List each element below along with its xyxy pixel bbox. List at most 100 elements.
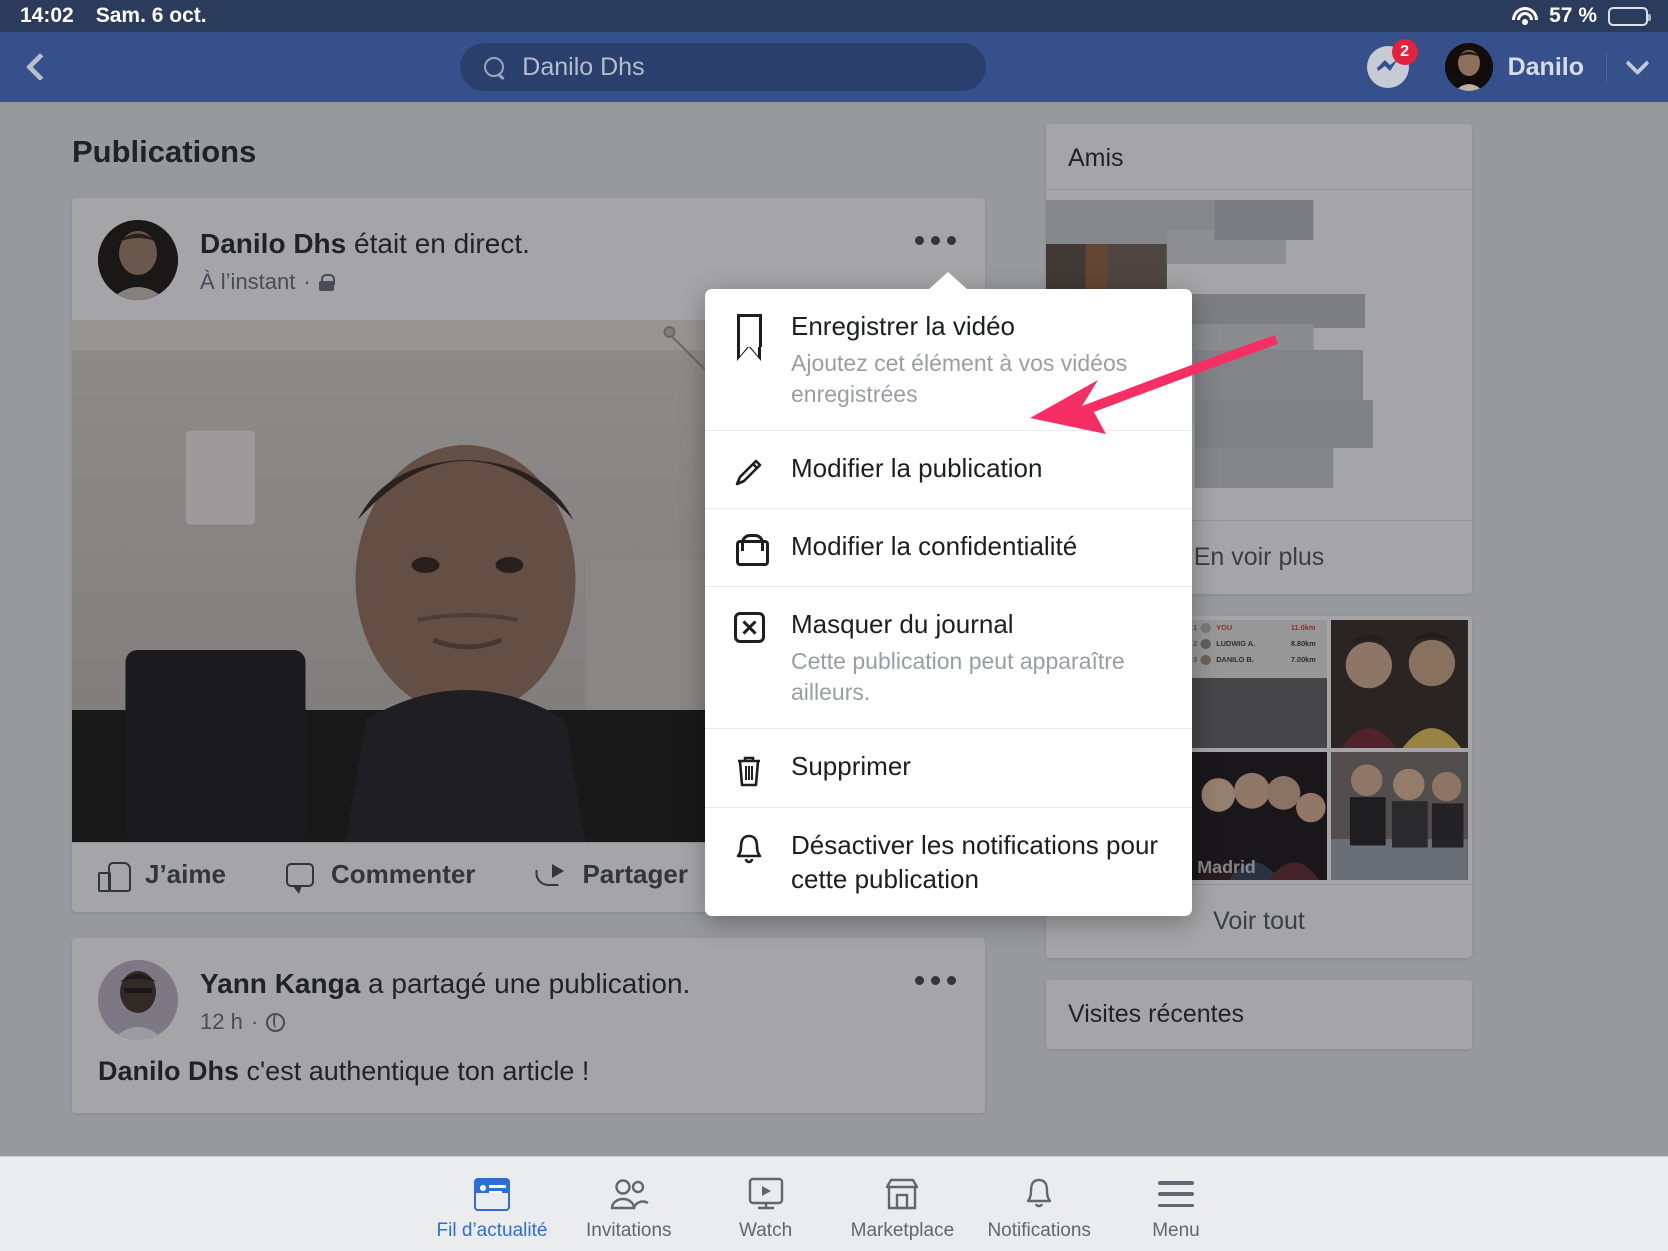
friends-icon: [609, 1175, 649, 1213]
tab-watch[interactable]: Watch: [698, 1175, 834, 1242]
globe-icon[interactable]: [266, 1013, 285, 1032]
post-author-line: Yann Kanga a partagé une publication.: [200, 966, 690, 1002]
post-header: Yann Kanga a partagé une publication. 12…: [72, 938, 985, 1040]
svg-text:DANILO B.: DANILO B.: [1216, 656, 1254, 664]
menu-item-save-video[interactable]: Enregistrer la vidéo Ajoutez cet élément…: [705, 289, 1192, 430]
like-label: J’aime: [145, 859, 226, 890]
post-header: Danilo Dhs était en direct. À l’instant …: [72, 198, 985, 300]
trash-icon: [727, 749, 771, 787]
chevron-down-icon[interactable]: [1625, 51, 1649, 75]
post-body-text: c'est authentique ton article !: [239, 1056, 589, 1086]
post-action: a partagé une publication.: [360, 968, 690, 999]
menu-item-edit-post[interactable]: Modifier la publication: [705, 430, 1192, 508]
bell-icon: [727, 828, 771, 865]
thumbs-up-icon: [98, 860, 128, 890]
post-timestamp[interactable]: 12 h: [200, 1009, 243, 1035]
photo-cell[interactable]: Madrid: [1191, 752, 1328, 880]
watch-icon: [748, 1175, 784, 1213]
svg-text:Madrid: Madrid: [1197, 857, 1256, 877]
lock-icon[interactable]: [319, 274, 334, 291]
menu-item-hide-from-timeline[interactable]: Masquer du journal Cette publication peu…: [705, 586, 1192, 728]
svg-text:2: 2: [1193, 640, 1197, 648]
tab-newsfeed[interactable]: Fil d’actualité: [424, 1175, 560, 1242]
post-meta: 12 h ·: [200, 1009, 690, 1035]
top-navigation-bar: Danilo Dhs 2 Danilo: [0, 32, 1668, 102]
post-author[interactable]: Yann Kanga: [200, 968, 360, 999]
recent-visits-title: Visites récentes: [1046, 980, 1472, 1049]
post-meta: À l’instant ·: [200, 269, 530, 295]
tab-label: Watch: [739, 1220, 792, 1242]
friends-card-title: Amis: [1046, 124, 1472, 190]
tab-label: Invitations: [586, 1220, 672, 1242]
recent-visits-card: Visites récentes: [1046, 980, 1472, 1049]
search-icon: [484, 57, 505, 78]
battery-icon: [1608, 7, 1648, 26]
photo-cell[interactable]: [1331, 752, 1468, 880]
svg-text:LUDWIG A.: LUDWIG A.: [1216, 640, 1255, 648]
menu-item-subtitle: Ajoutez cet élément à vos vidéos enregis…: [791, 348, 1166, 410]
post-body-mention[interactable]: Danilo Dhs: [98, 1056, 239, 1086]
tab-notifications[interactable]: Notifications: [971, 1175, 1107, 1242]
hide-x-icon: [727, 607, 771, 643]
back-button[interactable]: [0, 57, 80, 77]
post-options-button[interactable]: [907, 222, 963, 258]
hamburger-icon: [1158, 1175, 1194, 1213]
lock-icon: [727, 529, 771, 566]
pencil-icon: [727, 451, 771, 488]
newsfeed-icon: [474, 1175, 510, 1213]
meta-separator: ·: [303, 269, 310, 295]
share-arrow-icon: [535, 863, 565, 887]
post-timestamp[interactable]: À l’instant: [200, 269, 295, 295]
divider: [1606, 52, 1607, 82]
photo-cell-leaderboard[interactable]: 1 YOU 11.0km 2 LUDWIG A. 8.80km 3 DAN: [1191, 620, 1328, 748]
post-author-line: Danilo Dhs était en direct.: [200, 226, 530, 262]
avatar[interactable]: [98, 220, 178, 300]
post-body: Danilo Dhs c'est authentique ton article…: [72, 1040, 985, 1113]
tab-label: Notifications: [987, 1220, 1091, 1242]
status-date: Sam. 6 oct.: [96, 4, 207, 28]
menu-item-edit-privacy[interactable]: Modifier la confidentialité: [705, 508, 1192, 586]
battery-percent: 57 %: [1549, 4, 1597, 28]
wifi-icon: [1512, 7, 1538, 26]
post-header-text: Yann Kanga a partagé une publication. 12…: [200, 960, 690, 1035]
messenger-bolt-glyph: [1377, 59, 1399, 73]
bottom-tab-bar: Fil d’actualité Invitations: [0, 1156, 1668, 1251]
profile-menu-button[interactable]: Danilo: [1445, 43, 1584, 91]
search-input[interactable]: Danilo Dhs: [460, 43, 986, 91]
menu-item-title: Modifier la publication: [791, 453, 1042, 483]
like-button[interactable]: J’aime: [98, 859, 226, 890]
tab-invitations[interactable]: Invitations: [561, 1175, 697, 1242]
tab-marketplace[interactable]: Marketplace: [834, 1175, 970, 1242]
comment-bubble-icon: [286, 863, 314, 887]
menu-item-delete[interactable]: Supprimer: [705, 728, 1192, 807]
page-title: Publications: [72, 134, 985, 170]
meta-separator: ·: [251, 1009, 258, 1035]
menu-item-turn-off-notifications[interactable]: Désactiver les notifications pour cette …: [705, 807, 1192, 917]
post-options-button[interactable]: [907, 962, 963, 998]
photo-cell[interactable]: [1331, 620, 1468, 748]
svg-text:YOU: YOU: [1216, 624, 1232, 632]
post-options-menu: Enregistrer la vidéo Ajoutez cet élément…: [705, 289, 1192, 916]
tab-menu[interactable]: Menu: [1108, 1175, 1244, 1242]
svg-text:8.80km: 8.80km: [1291, 640, 1316, 648]
comment-label: Commenter: [331, 859, 475, 890]
svg-text:7.00km: 7.00km: [1291, 656, 1316, 664]
comment-button[interactable]: Commenter: [286, 859, 475, 890]
profile-name: Danilo: [1508, 53, 1584, 82]
menu-item-title: Supprimer: [791, 751, 911, 781]
messenger-button[interactable]: 2: [1367, 46, 1409, 88]
post-card: Yann Kanga a partagé une publication. 12…: [72, 938, 985, 1113]
chevron-left-icon: [26, 53, 54, 81]
search-container: Danilo Dhs: [80, 43, 1367, 91]
tab-label: Menu: [1152, 1220, 1200, 1242]
share-button[interactable]: Partager: [535, 859, 688, 890]
svg-text:11.0km: 11.0km: [1291, 624, 1316, 632]
menu-item-title: Modifier la confidentialité: [791, 531, 1077, 561]
avatar[interactable]: [98, 960, 178, 1040]
post-author[interactable]: Danilo Dhs: [200, 228, 346, 259]
menu-item-title: Masquer du journal: [791, 609, 1014, 639]
tab-label: Fil d’actualité: [437, 1220, 548, 1242]
post-action: était en direct.: [346, 228, 530, 259]
bookmark-icon: [727, 309, 771, 347]
avatar: [1445, 43, 1493, 91]
